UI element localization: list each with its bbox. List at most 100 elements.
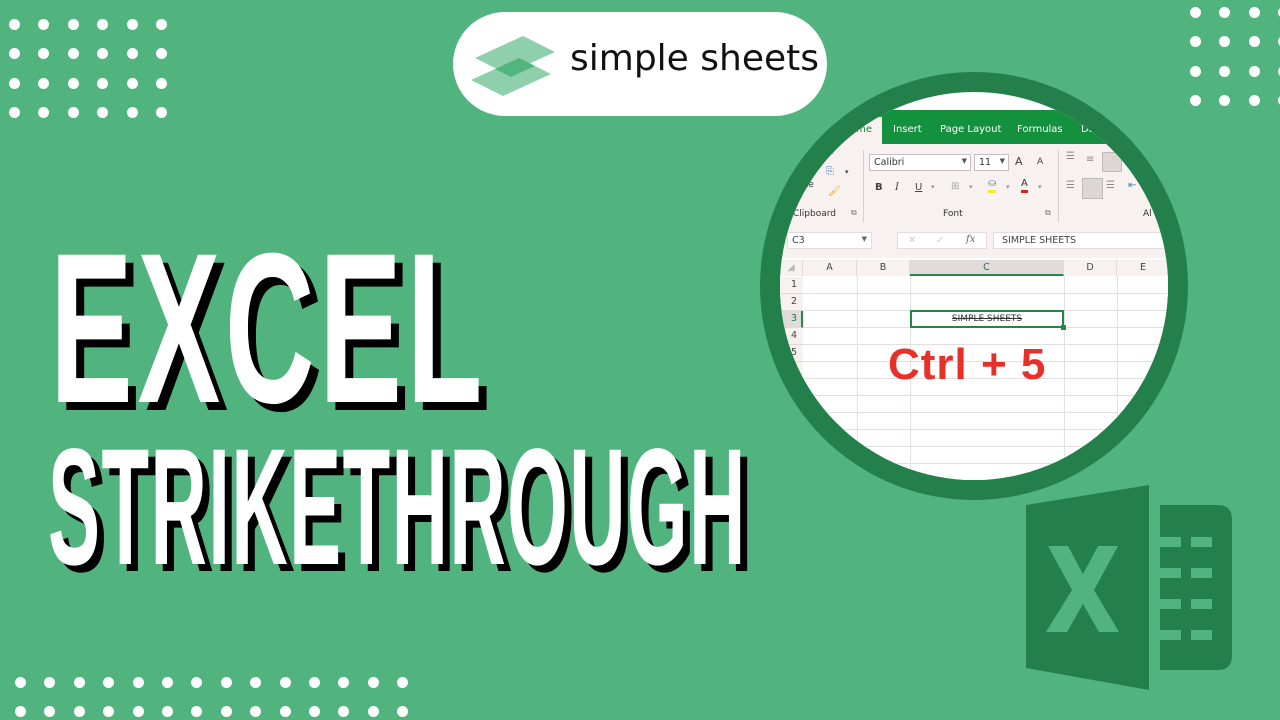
column-header-b[interactable]: B (857, 260, 910, 276)
decorative-dot (162, 677, 173, 688)
headline-line1: EXCEL (50, 209, 488, 448)
decorative-dot (1219, 95, 1231, 107)
decorative-dot (126, 48, 138, 60)
row-header-3[interactable]: 3 (780, 311, 803, 328)
cut-icon[interactable]: ✂ (826, 148, 834, 159)
shrink-font-button[interactable]: A (1037, 157, 1043, 167)
tab-formulas[interactable]: Formulas (1017, 124, 1063, 135)
font-color-button[interactable]: A (1021, 178, 1028, 193)
tab-page-layout[interactable]: Page Layout (940, 124, 1001, 135)
formula-input[interactable]: SIMPLE SHEETS (993, 232, 1168, 249)
column-header-a[interactable]: A (803, 260, 857, 276)
decorative-dot (97, 77, 109, 89)
group-label-font: Font (943, 209, 963, 219)
tab-data[interactable]: Da (1081, 124, 1095, 135)
decorative-dot (191, 706, 203, 718)
align-top-icon[interactable]: ☰ (1066, 151, 1075, 162)
active-cell-c3[interactable]: SIMPLE SHEETS (910, 310, 1064, 328)
row-header-4[interactable]: 4 (780, 328, 803, 345)
align-center-button[interactable] (1082, 178, 1103, 199)
dialog-launcher-icon[interactable]: ⧉ (1045, 208, 1051, 218)
decorative-dot (97, 19, 109, 30)
indent-icon[interactable]: ⇤ (1128, 180, 1136, 191)
decorative-dot (367, 706, 379, 718)
decorative-dot (1248, 65, 1260, 77)
keyboard-shortcut-label: Ctrl + 5 (888, 340, 1047, 389)
borders-icon[interactable]: ⊞ (951, 181, 959, 192)
column-header-c[interactable]: C (910, 260, 1064, 276)
decorative-dot (397, 677, 409, 688)
decorative-dot (250, 706, 262, 718)
copy-dropdown-icon[interactable]: ▾ (845, 168, 849, 176)
row-header-5[interactable]: 5 (780, 345, 803, 362)
gridline (1064, 276, 1065, 480)
decorative-dot (367, 677, 379, 688)
dialog-launcher-icon[interactable]: ⧉ (851, 208, 857, 218)
tab-insert[interactable]: Insert (893, 124, 922, 135)
align-bottom-button[interactable] (1102, 152, 1122, 172)
underline-button[interactable]: U (915, 182, 922, 193)
decorative-dot (132, 706, 144, 718)
align-right-icon[interactable]: ☰ (1106, 180, 1115, 191)
decorative-dot (279, 677, 291, 688)
headline-line2: STRIKETHROUGH (48, 415, 747, 600)
decorative-dot (338, 677, 350, 688)
enter-icon[interactable]: ✓ (936, 235, 944, 246)
decorative-dot (15, 706, 26, 718)
italic-button[interactable]: I (895, 182, 899, 193)
paste-label[interactable]: ste (800, 180, 814, 190)
column-header-e[interactable]: E (1117, 260, 1168, 276)
decorative-dot (1190, 95, 1201, 107)
cancel-icon[interactable]: ✕ (908, 235, 916, 246)
decorative-dot (67, 107, 79, 119)
decorative-dot (97, 107, 109, 119)
decorative-dot (15, 677, 26, 688)
underline-dropdown-icon[interactable]: ▾ (931, 183, 935, 191)
borders-dropdown-icon[interactable]: ▾ (969, 183, 973, 191)
decorative-dot (1219, 7, 1231, 18)
format-painter-icon[interactable]: 🖌 (828, 186, 841, 197)
insert-function-button[interactable]: fx (966, 234, 975, 245)
row-header-2[interactable]: 2 (780, 294, 803, 311)
decorative-dot (156, 48, 167, 60)
decorative-dot (126, 19, 138, 30)
font-size-select[interactable]: 11 ▼ (974, 154, 1009, 171)
decorative-dot (156, 19, 167, 30)
group-label-clipboard: Clipboard (793, 209, 836, 219)
column-header-d[interactable]: D (1064, 260, 1117, 276)
decorative-dot (1219, 65, 1231, 77)
decorative-dot (1248, 95, 1260, 107)
fill-handle[interactable] (1061, 325, 1066, 330)
select-all-corner[interactable]: ◢ (780, 260, 803, 276)
align-middle-icon[interactable]: ≡ (1086, 154, 1094, 165)
decorative-dot (44, 677, 56, 688)
decorative-dot (309, 706, 320, 718)
fill-color-icon[interactable]: ⛀ (988, 178, 997, 193)
decorative-dot (250, 677, 262, 688)
decorative-dot (38, 107, 50, 119)
excel-screenshot-lens: me Insert Page Layout Formulas Da ✂ ⎘ ▾ … (780, 92, 1168, 480)
decorative-dot (38, 19, 50, 30)
decorative-dot (1248, 36, 1260, 48)
copy-icon[interactable]: ⎘ (826, 166, 834, 177)
name-box[interactable]: C3 ▼ (787, 232, 872, 249)
decorative-dot (103, 677, 115, 688)
decorative-dot (338, 706, 350, 718)
decorative-dot (9, 48, 20, 60)
font-color-dropdown-icon[interactable]: ▾ (1038, 183, 1042, 191)
font-name-select[interactable]: Calibri ▼ (869, 154, 971, 171)
align-left-icon[interactable]: ☰ (1066, 180, 1075, 191)
gridline (857, 276, 858, 480)
decorative-dot (38, 48, 50, 60)
decorative-dot (44, 706, 56, 718)
bold-button[interactable]: B (875, 182, 883, 193)
row-header-1[interactable]: 1 (780, 277, 803, 294)
decorative-dot (9, 77, 20, 89)
decorative-dot (1248, 7, 1260, 18)
decorative-dot (103, 706, 115, 718)
decorative-dot (126, 107, 138, 119)
fill-color-dropdown-icon[interactable]: ▾ (1006, 183, 1010, 191)
grow-font-button[interactable]: A (1015, 155, 1023, 168)
decorative-dot (73, 706, 85, 718)
tab-home[interactable]: me (800, 117, 882, 145)
